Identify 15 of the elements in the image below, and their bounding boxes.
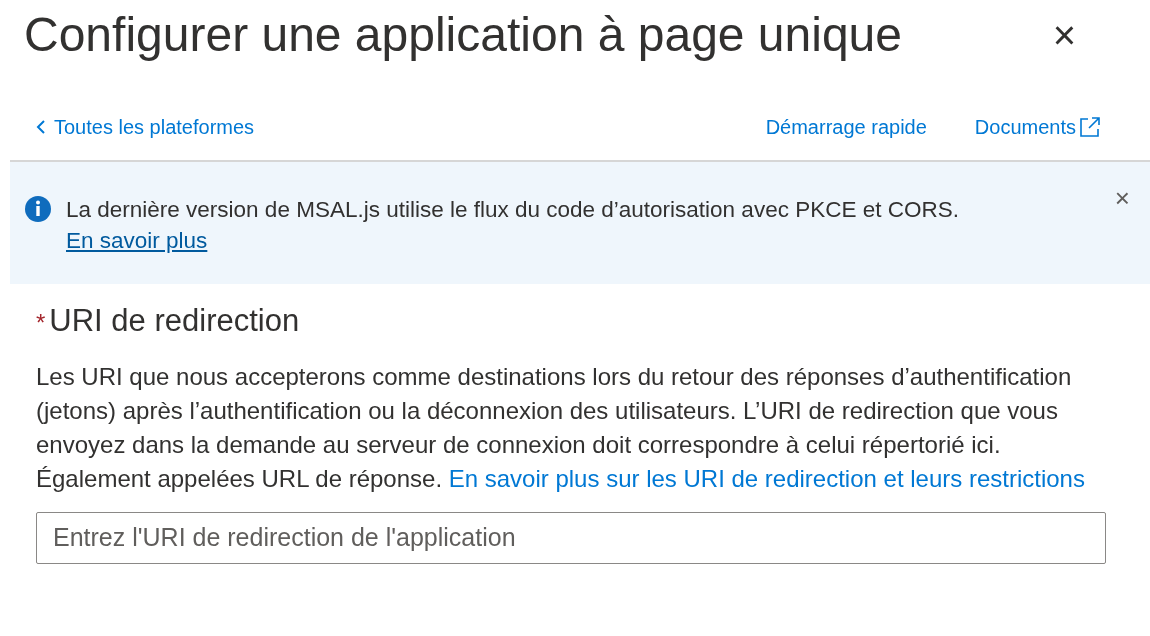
back-link[interactable]: Toutes les plateformes [36,111,255,142]
quickstart-link[interactable]: Démarrage rapide [765,111,927,142]
info-icon [24,194,52,223]
close-button[interactable]: × [1046,14,1082,55]
chevron-left-icon [36,118,46,135]
banner-message: La dernière version de MSAL.js utilise le flux du code d’autorisation avec PKCE et CORS. En savoir plus [66,195,960,255]
learn-more-link[interactable]: En savoir plus [66,227,208,253]
close-banner-button[interactable]: × [1108,183,1136,212]
learn-more-link[interactable]: En savoir plus sur les URI de redirection et leurs restrictions [448,465,1085,493]
field-description: Les URI que nous accepterons comme destinations lors du retour des réponses d’authentification (jetons) après l’authentification ou la déconnexion des utilisateurs. L’URI de redirection que vous envoyez dans la demande au serveur de connexion doit correspondre à celui répertorié ici. Également appelées URL de réponse. En savoir plus sur les URI de redirection et leurs restrictions [36,362,1086,495]
documents-link[interactable]: Documents [974,111,1102,142]
redirect-uri-field[interactable]: Entrez l'URI de redirection de l'application [36,512,1106,564]
required-marker: * [36,307,46,338]
field-label: URI de redirection [49,301,300,340]
panel-title: Configurer une application à page unique [24,7,902,63]
